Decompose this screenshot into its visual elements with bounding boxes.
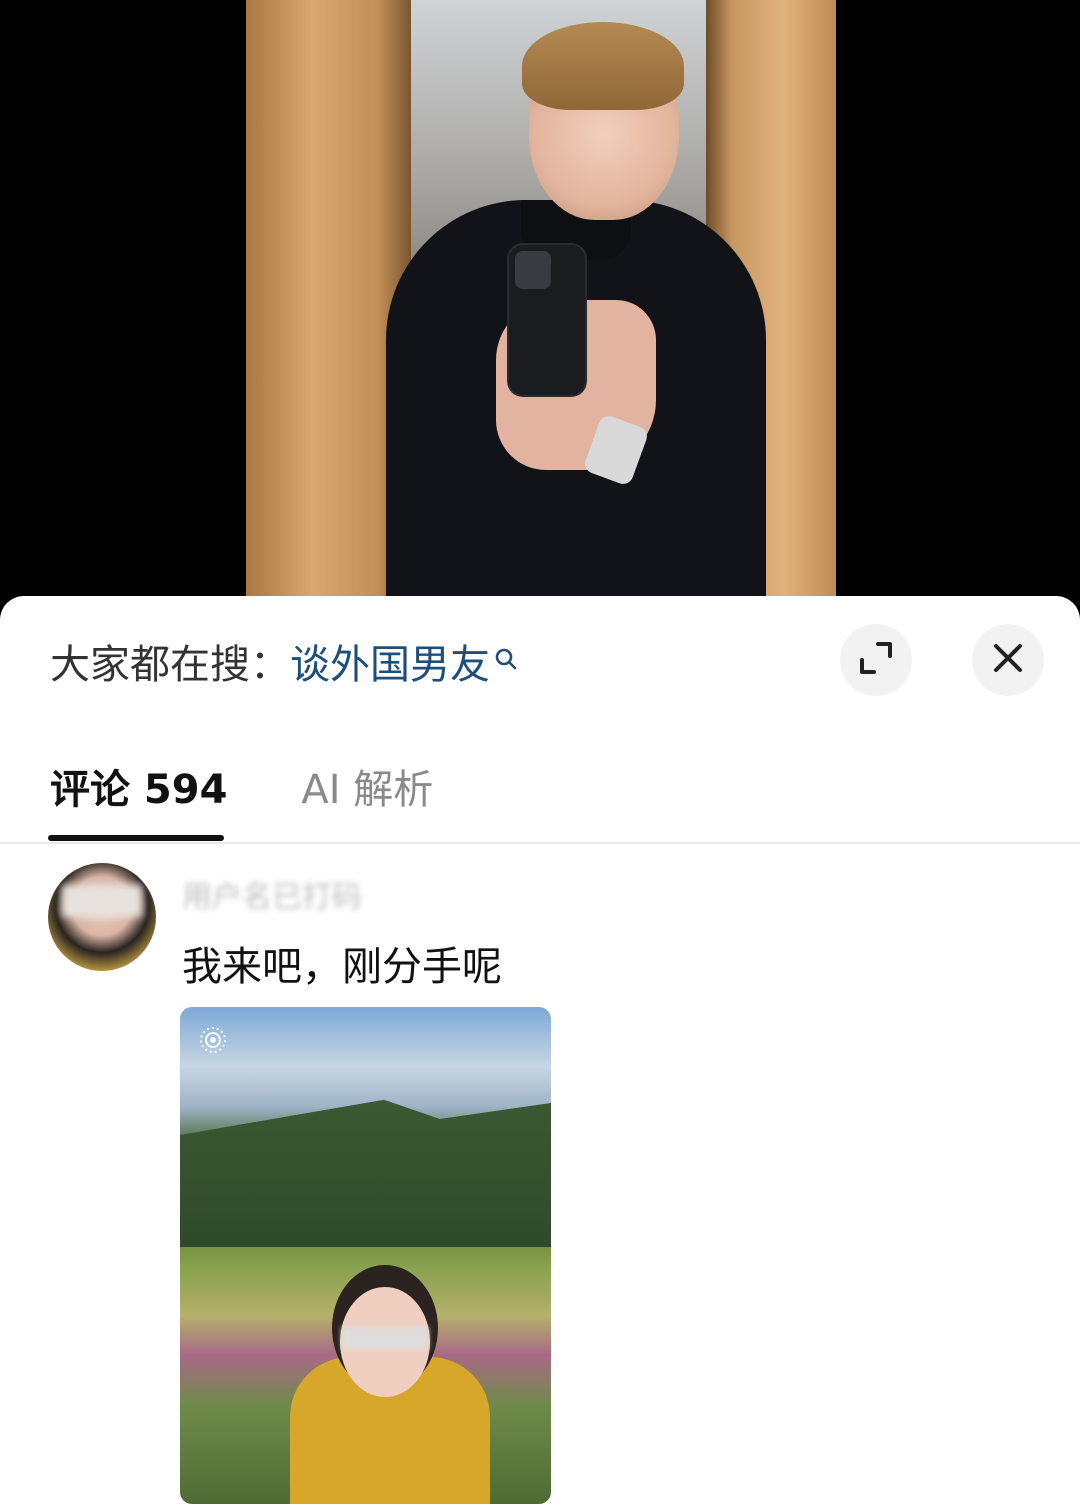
tab-ai-analysis[interactable]: AI 解析 [301, 757, 433, 815]
tab-bar: 评论 594 AI 解析 [50, 756, 433, 816]
avatar-mosaic [62, 885, 142, 917]
close-button[interactable] [972, 624, 1044, 696]
tab-comments[interactable]: 评论 594 [50, 757, 227, 815]
image-person [260, 1247, 510, 1504]
close-icon [992, 642, 1024, 678]
trending-search-prefix: 大家都在搜： [50, 642, 290, 688]
comment-image[interactable] [180, 1007, 551, 1504]
trending-search-term[interactable]: 谈外国男友 [290, 632, 490, 690]
divider [0, 842, 1080, 844]
tab-active-indicator [48, 835, 224, 841]
video-player[interactable] [0, 0, 1080, 600]
phone [509, 245, 585, 395]
image-mountains [180, 1099, 551, 1247]
expand-button[interactable] [840, 624, 912, 696]
video-frame [246, 0, 836, 600]
phone-camera [515, 251, 551, 289]
face-mosaic [342, 1327, 428, 1349]
live-photo-icon [198, 1025, 228, 1055]
comment-text: 我来吧，刚分手呢 [182, 944, 502, 990]
expand-icon [858, 640, 894, 680]
trending-search[interactable]: 大家都在搜： 谈外国男友 [50, 635, 518, 688]
person-hair [522, 22, 684, 110]
avatar[interactable] [48, 863, 156, 971]
search-icon [494, 635, 518, 670]
comment-username[interactable]: 用户名已打码 [182, 872, 432, 915]
